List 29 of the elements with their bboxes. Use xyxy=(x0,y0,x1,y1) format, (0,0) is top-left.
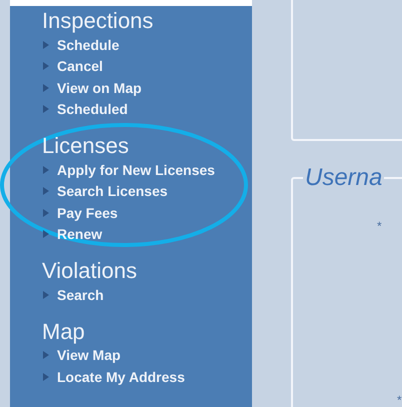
section-heading: Licenses xyxy=(42,133,130,159)
nav-link[interactable]: Renew xyxy=(57,226,102,242)
triangle-icon xyxy=(43,105,49,114)
triangle-icon xyxy=(43,208,49,217)
section-heading: Violations xyxy=(42,258,138,284)
triangle-icon xyxy=(43,62,49,70)
nav-link[interactable]: Cancel xyxy=(57,58,103,74)
triangle-icon xyxy=(43,84,49,92)
triangle-icon xyxy=(43,187,49,196)
required-mark: * xyxy=(397,393,402,407)
nav-link[interactable]: View Map xyxy=(57,347,121,364)
nav-link[interactable]: View on Map xyxy=(57,80,142,96)
panel-legend: Userna xyxy=(303,165,384,191)
triangle-icon xyxy=(43,40,49,49)
nav-link[interactable]: Schedule xyxy=(57,36,120,53)
section-heading: Inspections xyxy=(42,8,154,34)
nav-link[interactable]: Apply for New Licenses xyxy=(57,162,215,178)
triangle-icon xyxy=(43,372,49,381)
nav-link[interactable]: Pay Fees xyxy=(57,204,118,221)
section-heading: Map xyxy=(42,318,86,344)
triangle-icon xyxy=(43,351,49,360)
nav-link[interactable]: Search Licenses xyxy=(57,183,168,200)
triangle-icon xyxy=(43,230,49,238)
nav-link[interactable]: Scheduled xyxy=(57,101,128,118)
nav-link[interactable]: Locate My Address xyxy=(57,368,185,385)
triangle-icon xyxy=(43,166,49,174)
required-mark: * xyxy=(377,219,382,233)
nav-link[interactable]: Search xyxy=(57,286,104,303)
triangle-icon xyxy=(43,290,49,299)
